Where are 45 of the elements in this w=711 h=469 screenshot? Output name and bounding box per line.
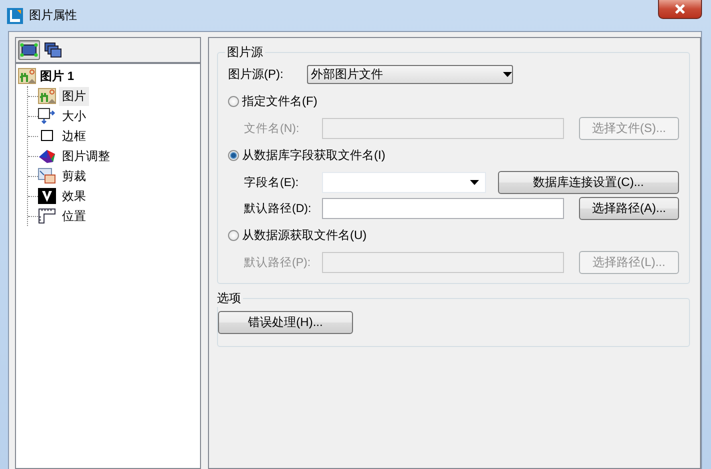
radio-label[interactable]: 从数据源获取文件名(U): [242, 226, 367, 244]
square-icon: [38, 128, 56, 144]
tree-item[interactable]: 位置: [59, 206, 89, 226]
radio-label[interactable]: 指定文件名(F): [242, 92, 318, 110]
dropdown-arrow-icon: [503, 72, 512, 76]
picture-icon: [18, 68, 36, 84]
group-title: 选项: [216, 290, 242, 307]
effect-icon: [38, 188, 56, 204]
color-fan-icon: [38, 148, 56, 164]
input-field[interactable]: [322, 198, 564, 218]
picture-icon: [38, 88, 56, 104]
app-logo-icon: [7, 8, 23, 24]
dropdown-arrow-icon: [470, 180, 479, 184]
object-view-button[interactable]: [18, 40, 40, 60]
close-icon: [674, 4, 686, 14]
window-title: 图片属性: [29, 7, 77, 24]
connection-settings-button[interactable]: 数据库连接设置(C)...: [498, 170, 679, 194]
radio-button[interactable]: [228, 230, 239, 240]
radio-button[interactable]: [228, 150, 239, 160]
tree-item[interactable]: 边框: [59, 126, 89, 146]
tree-item[interactable]: 效果: [59, 186, 89, 206]
field-label: 字段名(E):: [244, 175, 300, 190]
field-label: 默认路径(D):: [244, 202, 312, 216]
tree-item[interactable]: 图片调整: [59, 146, 113, 166]
layers-view-button[interactable]: [42, 40, 64, 60]
frame-handles-icon: [20, 43, 38, 57]
field-label: 图片源(P):: [228, 66, 284, 82]
tree-item[interactable]: 图片 1: [40, 68, 74, 84]
browse-button[interactable]: 选择路径(A)...: [579, 196, 679, 220]
ruler-icon: [38, 208, 56, 224]
field-label: 默认路径(P):: [244, 256, 312, 270]
error-handling-button[interactable]: 错误处理(H)...: [218, 311, 353, 334]
radio-label[interactable]: 从数据库字段获取文件名(I): [242, 146, 386, 164]
crop-icon: [38, 168, 56, 184]
close-button[interactable]: [658, 0, 702, 19]
field-dropdown[interactable]: [322, 172, 486, 192]
group-title: 图片源: [226, 44, 264, 61]
radio-button[interactable]: [228, 96, 239, 106]
tree-item[interactable]: 大小: [59, 106, 89, 126]
tree-item[interactable]: 图片: [59, 86, 89, 106]
resize-icon: [38, 108, 56, 124]
source-dropdown[interactable]: 外部图片文件: [307, 64, 513, 84]
stacked-layers-icon: [44, 42, 62, 58]
field-label: 文件名(N):: [244, 122, 300, 136]
tree-item[interactable]: 剪裁: [59, 166, 89, 186]
